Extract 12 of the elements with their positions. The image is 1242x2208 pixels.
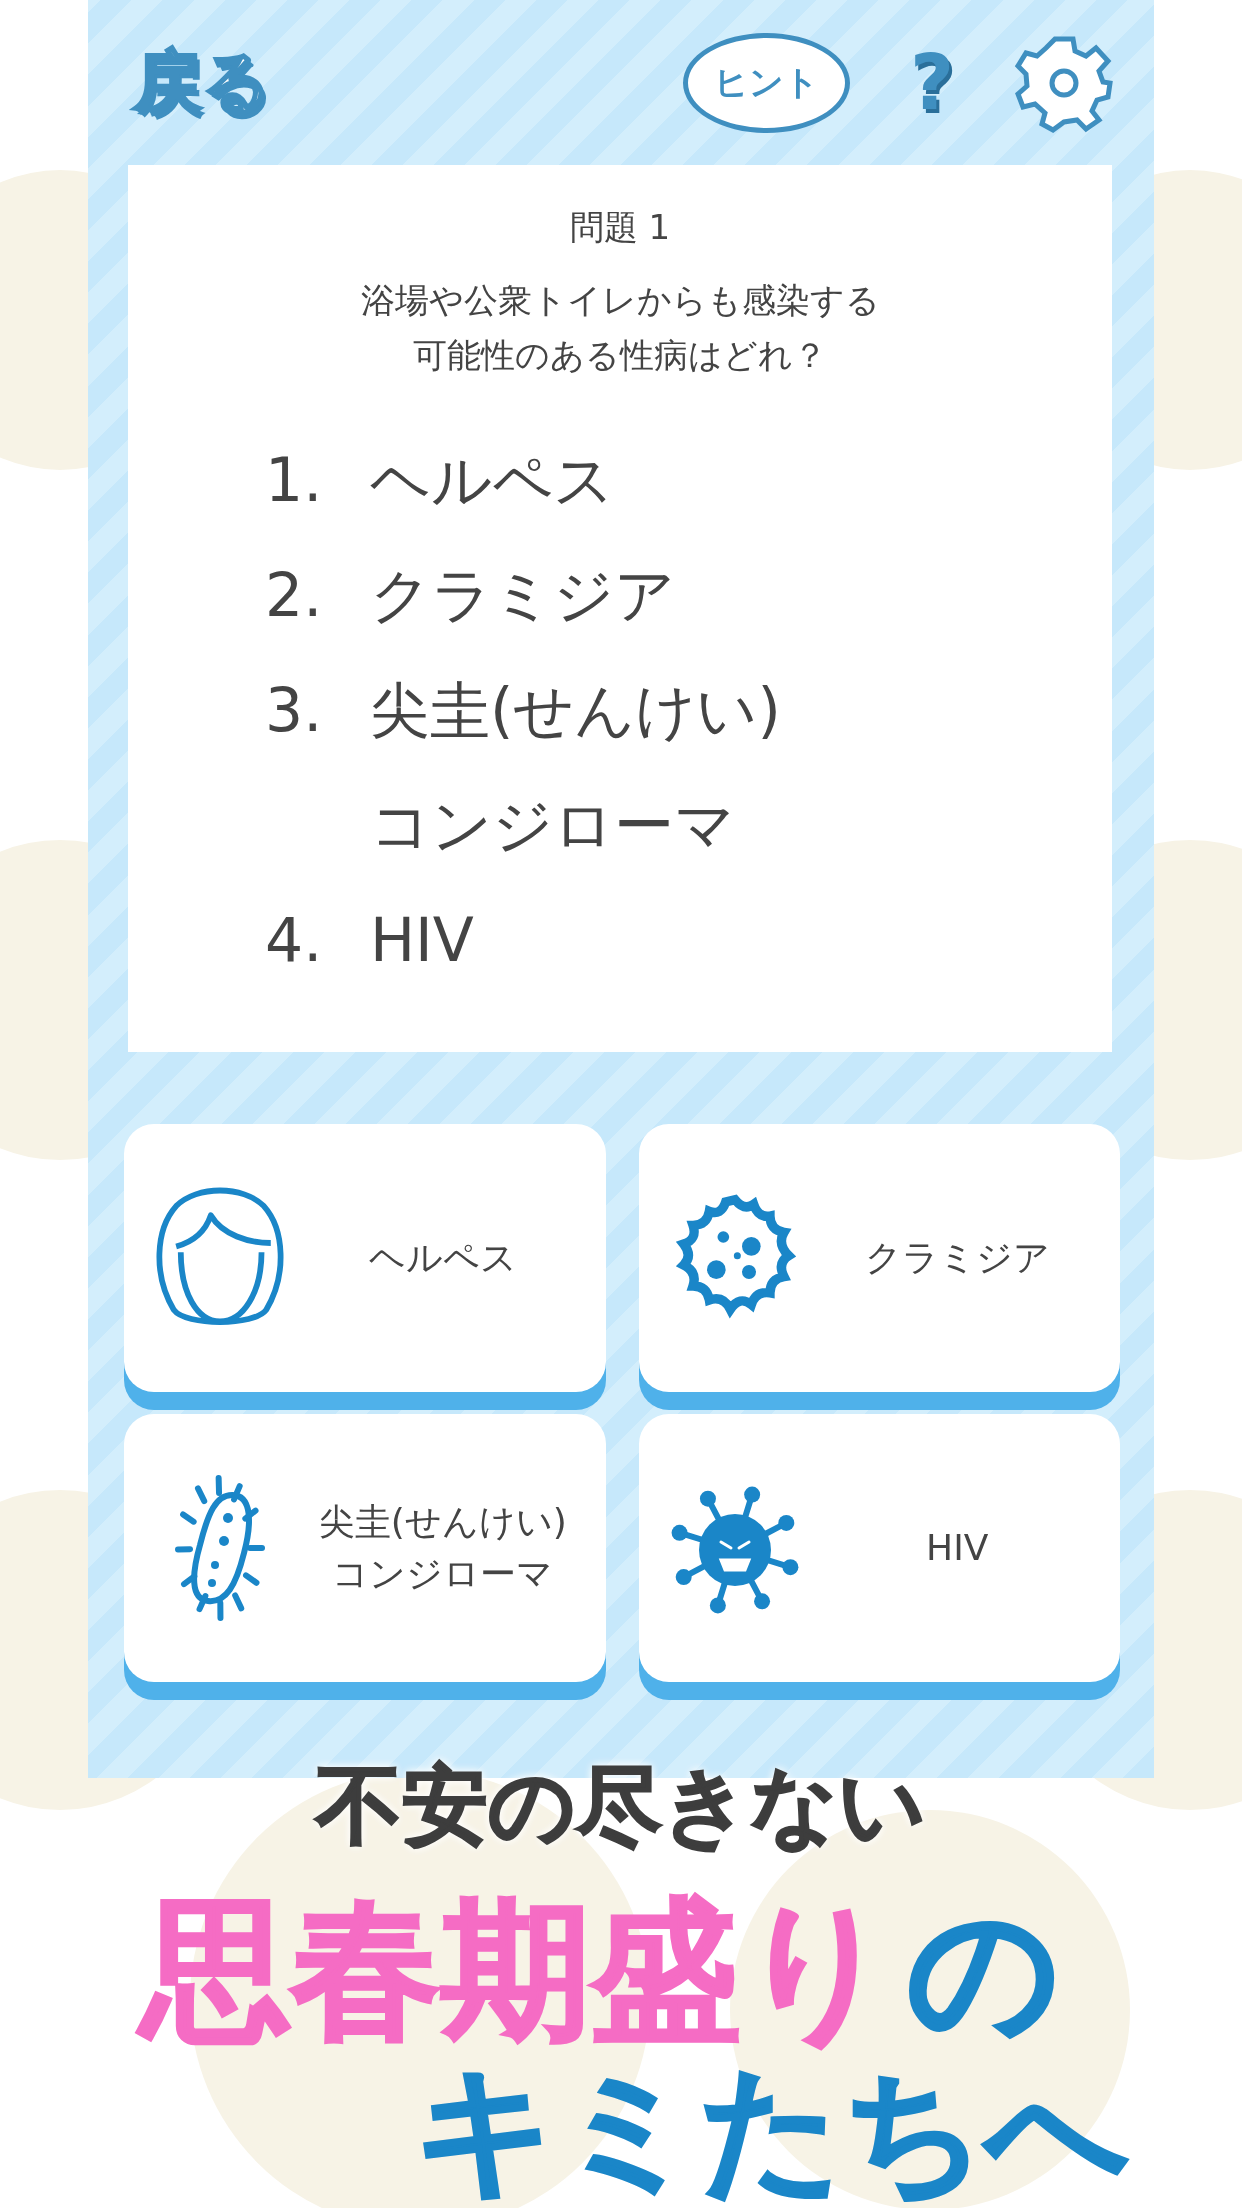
option-text: HIV xyxy=(370,904,474,977)
option-number: 4. xyxy=(265,904,324,977)
option-text: 尖圭(せんけい) コンジローマ xyxy=(370,674,781,862)
option-number: 3. xyxy=(265,674,324,747)
question-number: 問題 1 xyxy=(569,206,671,249)
tagline-text: 不安の尽きない xyxy=(316,1754,926,1857)
option-number: 2. xyxy=(265,559,324,632)
option-text: ヘルペス xyxy=(370,444,614,517)
option-number: 1. xyxy=(265,444,324,517)
hint-button[interactable]: ヒント xyxy=(682,32,850,133)
option-text: クラミジア xyxy=(370,559,675,632)
question-text: 浴場や公衆トイレからも感染する 可能性のある性病はどれ？ xyxy=(360,279,880,377)
